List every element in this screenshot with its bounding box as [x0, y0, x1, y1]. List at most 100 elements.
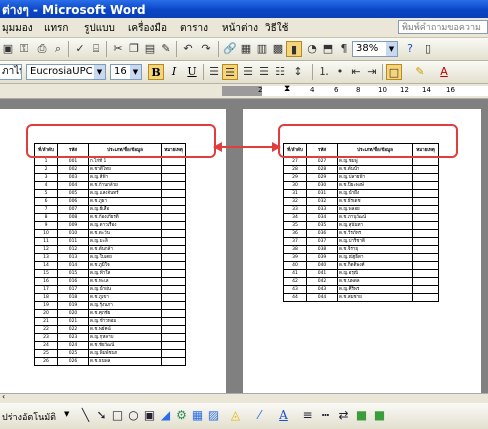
line-spacing-icon[interactable]: ↕ [290, 64, 306, 80]
bullets-icon[interactable]: • [332, 64, 348, 80]
chevron-down-icon[interactable]: ▼ [64, 410, 69, 418]
document-area[interactable]: ที่/ลำดับ รหัส ประเภท/ชื่อ/ข้อมูล หมายเห… [0, 99, 488, 393]
table-row[interactable]: 37 037 ด.ญ.ปาริชาติ [283, 237, 439, 246]
menu-insert[interactable]: แทรก [44, 21, 68, 36]
menu-help[interactable]: วิธีใช้ [265, 21, 288, 36]
table-row[interactable]: 41 041 ด.ญ.อรุณี [283, 269, 439, 278]
research-icon[interactable]: ⌸ [88, 41, 104, 57]
save-icon[interactable]: ▣ [0, 41, 16, 57]
table-row[interactable]: 11 011 ด.ญ.มะลิ [34, 237, 186, 246]
data-table-page-2[interactable]: ที่/ลำดับ รหัส ประเภท/ชื่อ/ข้อมูล หมายเห… [283, 143, 439, 302]
table-row[interactable]: 40 040 ด.ช.กิตติพงศ์ [283, 261, 439, 270]
zoom-select[interactable]: 38% ▼ [352, 41, 398, 57]
distributed-icon[interactable]: ☷ [272, 64, 288, 80]
table-row[interactable]: 4 004 ด.ช.ก้านกล้วย [34, 181, 186, 190]
spelling-icon[interactable]: ✓ [72, 41, 88, 57]
underline-button[interactable]: U [184, 64, 200, 80]
oval-icon[interactable]: ○ [126, 408, 141, 423]
help-icon[interactable]: ? [402, 41, 418, 57]
format-painter-icon[interactable]: ✎ [158, 41, 174, 57]
table-row[interactable]: 25 025 ด.ญ.พิมพ์ชนก [34, 349, 186, 358]
wordart-icon[interactable]: ◢ [158, 408, 173, 423]
align-right-icon[interactable]: ☰ [240, 64, 256, 80]
data-table-page-1[interactable]: ที่/ลำดับ รหัส ประเภท/ชื่อ/ข้อมูล หมายเห… [34, 143, 186, 366]
chevron-down-icon[interactable]: ▼ [94, 65, 105, 79]
paste-icon[interactable]: ▤ [142, 41, 158, 57]
fill-color-icon[interactable]: ◬ [228, 408, 243, 423]
table-row[interactable]: 32 032 ด.ช.ธีรเดช [283, 197, 439, 206]
table-row[interactable]: 13 013 ด.ญ.ใบเตย [34, 253, 186, 262]
table-row[interactable]: 1 001 ก.ไก่ที่ 1 [34, 157, 186, 166]
table-row[interactable]: 33 033 ด.ญ.พลอย [283, 205, 439, 214]
table-row[interactable]: 26 026 ด.ช.ธนพล [34, 357, 186, 366]
dash-style-icon[interactable]: ┅ [318, 408, 333, 423]
table-row[interactable]: 43 043 ด.ญ.ศิริพร [283, 285, 439, 294]
text-color-icon[interactable]: A [276, 408, 291, 423]
tables-borders-icon[interactable]: ▦ [238, 41, 254, 57]
table-row[interactable]: 3 003 ด.ญ.สีฟ้า [34, 173, 186, 182]
picture-icon[interactable]: ▨ [206, 408, 221, 423]
chevron-down-icon[interactable]: ▼ [130, 65, 141, 79]
redo-icon[interactable]: ↷ [198, 41, 214, 57]
insert-table-icon[interactable]: ▥ [254, 41, 270, 57]
highlight-icon[interactable]: ✎ [412, 64, 428, 80]
table-row[interactable]: 12 012 ด.ช.ต้นกล้า [34, 245, 186, 254]
menu-window[interactable]: หน้าต่าง [222, 21, 258, 36]
print-icon[interactable]: ⎙ [34, 41, 50, 57]
table-row[interactable]: 35 035 ด.ญ.สุนันทา [283, 221, 439, 230]
table-row[interactable]: 44 044 ด.ช.สมชาย [283, 293, 439, 302]
table-row[interactable]: 6 006 ด.ช.ภูผา [34, 197, 186, 206]
style-select[interactable]: ภาไท [0, 64, 22, 80]
table-row[interactable]: 15 015 ด.ญ.ฟ้าใส [34, 269, 186, 278]
line-color-icon[interactable]: ⁄ [252, 408, 267, 423]
print-preview-icon[interactable]: ⌕ [50, 41, 66, 57]
diagram-icon[interactable]: ⚙ [174, 408, 189, 423]
table-row[interactable]: 39 039 ด.ญ.ณัฐธิดา [283, 253, 439, 262]
table-row[interactable]: 38 038 ด.ช.จิรายุ [283, 245, 439, 254]
table-row[interactable]: 27 027 ด.ญ.ชมพู่ [283, 157, 439, 166]
table-row[interactable]: 16 016 ด.ช.ทะเล [34, 277, 186, 286]
horizontal-scrollbar[interactable]: ‹ [0, 392, 488, 403]
decrease-indent-icon[interactable]: ⇤ [348, 64, 364, 80]
table-row[interactable]: 9 009 ด.ญ.ดาวเรือง [34, 221, 186, 230]
arrow-style-icon[interactable]: ⇄ [336, 408, 351, 423]
chevron-down-icon[interactable]: ▼ [386, 42, 397, 56]
hyperlink-icon[interactable]: 🔗 [222, 41, 238, 57]
table-row[interactable]: 31 031 ด.ญ.น้ำผึ้ง [283, 189, 439, 198]
justify-icon[interactable]: ☰ [256, 64, 272, 80]
permission-icon[interactable]: ⚿ [16, 41, 32, 57]
increase-indent-icon[interactable]: ⇥ [364, 64, 380, 80]
rectangle-icon[interactable]: □ [110, 408, 125, 423]
table-row[interactable]: 42 042 ด.ช.นพดล [283, 277, 439, 286]
table-row[interactable]: 36 036 ด.ช.วีรภัทร [283, 229, 439, 238]
border-icon[interactable]: □ [386, 64, 402, 80]
table-row[interactable]: 8 008 ด.ช.ก้องเกียรติ [34, 213, 186, 222]
table-row[interactable]: 10 010 ด.ช.ตะวัน [34, 229, 186, 238]
menu-format[interactable]: รูปแบบ [84, 21, 115, 36]
menu-table[interactable]: ตาราง [180, 21, 208, 36]
table-row[interactable]: 28 028 ด.ช.ต้นน้ำ [283, 165, 439, 174]
table-row[interactable]: 34 034 ด.ช.ภานุวัฒน์ [283, 213, 439, 222]
table-row[interactable]: 21 021 ด.ญ.ข้าวหอม [34, 317, 186, 326]
drawing-icon[interactable]: ◔ [304, 41, 320, 57]
table-row[interactable]: 17 017 ด.ญ.น้ำฝน [34, 285, 186, 294]
table-row[interactable]: 7 007 ด.ญ.ผีเสื้อ [34, 205, 186, 214]
font-size-select[interactable]: 16 ▼ [110, 64, 142, 80]
insert-excel-icon[interactable]: ▩ [270, 41, 286, 57]
copy-icon[interactable]: ❐ [126, 41, 142, 57]
table-row[interactable]: 30 030 ด.ช.ปิยะพงษ์ [283, 181, 439, 190]
numbering-icon[interactable]: ⒈ [316, 64, 332, 80]
document-map-icon[interactable]: ⬒ [320, 41, 336, 57]
font-select[interactable]: EucrosiaUPC ▼ [26, 64, 106, 80]
help-search-input[interactable]: พิมพ์คำถามขอความ [398, 20, 488, 34]
table-row[interactable]: 18 018 ด.ช.ภูเขา [34, 293, 186, 302]
shadow-icon[interactable]: ■ [354, 408, 369, 423]
table-row[interactable]: 24 024 ด.ช.ชัยวัฒน์ [34, 341, 186, 350]
3d-icon[interactable]: ■ [372, 408, 387, 423]
table-row[interactable]: 19 019 ด.ญ.รุ้งนภา [34, 301, 186, 310]
align-center-icon[interactable]: ☰ [222, 64, 238, 80]
menu-tools[interactable]: เครื่องมือ [128, 21, 167, 36]
scroll-left-icon[interactable]: ‹ [2, 392, 5, 401]
menu-view[interactable]: มุมมอง [2, 21, 33, 36]
table-row[interactable]: 20 020 ด.ช.ศุภชัย [34, 309, 186, 318]
